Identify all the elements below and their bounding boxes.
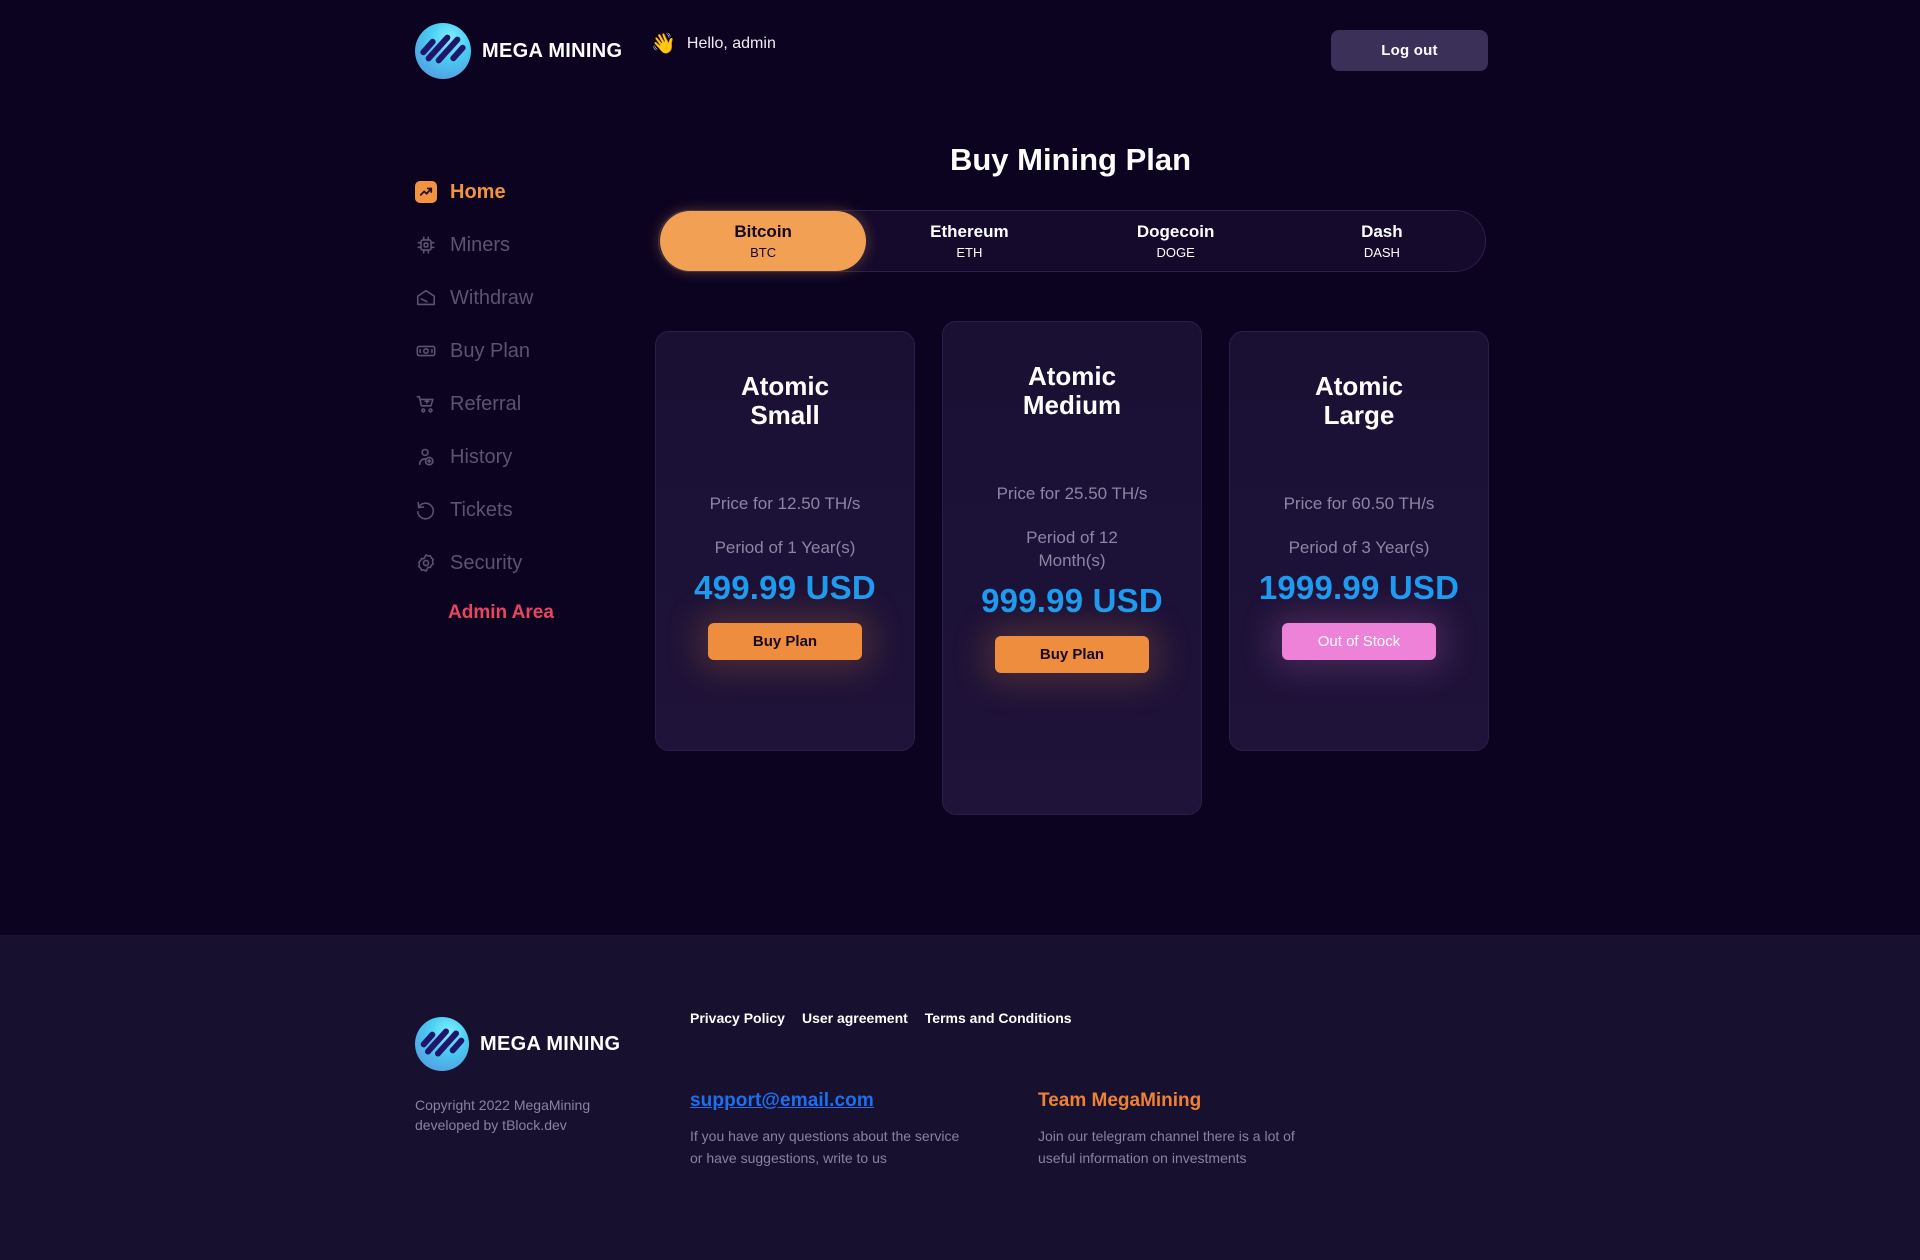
sidebar-item-label: Security [450, 551, 523, 574]
plan-price-line: Price for 25.50 TH/s [996, 483, 1148, 503]
out-of-stock-button[interactable]: Out of Stock [1282, 623, 1436, 661]
plan-card-atomic-small: Atomic Small Price for 12.50 TH/s Period… [655, 331, 915, 751]
team-title: Team MegaMining [1038, 1090, 1202, 1111]
tab-bitcoin[interactable]: Bitcoin BTC [660, 211, 867, 271]
rotate-back-icon [415, 499, 437, 521]
gear-icon [415, 552, 437, 574]
plan-card-list: Atomic Small Price for 12.50 TH/s Period… [655, 321, 1490, 815]
footer-brand-logo[interactable]: MEGA MINING [415, 1017, 620, 1071]
page-root: MEGA MINING 👋 Hello, admin Log out Buy M… [0, 0, 1920, 1260]
plan-name: Atomic Large [1314, 371, 1404, 431]
sidebar-item-history[interactable]: History [415, 443, 615, 471]
plan-price-line: Price for 12.50 TH/s [709, 493, 861, 513]
tab-symbol: DASH [1363, 245, 1400, 260]
tab-name: Bitcoin [734, 222, 792, 241]
plan-price: 499.99 USD [694, 568, 876, 606]
support-description: If you have any questions about the serv… [690, 1128, 960, 1166]
buy-plan-button[interactable]: Buy Plan [708, 623, 862, 661]
sidebar-item-tickets[interactable]: Tickets [415, 496, 615, 524]
cart-plus-icon [415, 393, 437, 415]
plan-card-atomic-medium: Atomic Medium Price for 25.50 TH/s Perio… [942, 321, 1202, 815]
sidebar-item-withdraw[interactable]: Withdraw [415, 284, 615, 312]
mega-mining-logo-icon [415, 1017, 469, 1071]
footer-link-privacy-policy[interactable]: Privacy Policy [690, 1010, 785, 1026]
plan-price: 1999.99 USD [1258, 568, 1460, 606]
plan-name: Atomic Medium [1022, 361, 1122, 421]
banknote-icon [415, 340, 437, 362]
footer-link-terms-and-conditions[interactable]: Terms and Conditions [925, 1010, 1072, 1026]
mega-mining-logo-icon [415, 23, 471, 79]
tab-dash[interactable]: Dash DASH [1279, 211, 1485, 271]
waving-hand-icon: 👋 [651, 33, 676, 55]
sidebar-item-label: Tickets [450, 498, 513, 521]
sidebar-item-miners[interactable]: Miners [415, 231, 615, 259]
user-greeting: 👋 Hello, admin [651, 34, 776, 54]
plan-price: 999.99 USD [981, 581, 1163, 619]
plan-period-line: Period of 1 Year(s) [714, 537, 856, 557]
tab-name: Dogecoin [1136, 222, 1215, 241]
app-header: MEGA MINING 👋 Hello, admin Log out [0, 0, 1920, 110]
buy-plan-button[interactable]: Buy Plan [995, 636, 1149, 674]
plan-period-line: Period of 12 [1026, 527, 1118, 547]
plan-meta: Price for 60.50 TH/s Period of 3 Year(s) [1284, 493, 1435, 560]
footer-link-user-agreement[interactable]: User agreement [802, 1010, 908, 1026]
tab-name: Ethereum [930, 222, 1009, 241]
sidebar-nav: Home Miners Withdraw Buy Plan Referral H… [415, 178, 615, 624]
sidebar-item-label: History [450, 445, 513, 468]
brand-logo[interactable]: MEGA MINING [415, 23, 622, 79]
sidebar-item-label: Home [450, 180, 506, 203]
plan-meta: Price for 12.50 TH/s Period of 1 Year(s) [710, 493, 861, 560]
user-add-icon [415, 446, 437, 468]
plan-period-line: Period of 3 Year(s) [1288, 537, 1430, 557]
tab-symbol: ETH [956, 245, 983, 260]
plan-meta: Price for 25.50 TH/s Period of 12 Month(… [997, 483, 1148, 573]
sidebar-item-label: Miners [450, 233, 511, 256]
app-footer: MEGA MINING Copyright 2022 MegaMining de… [0, 935, 1920, 1260]
sidebar-item-admin-area[interactable]: Admin Area [448, 602, 615, 624]
logout-button[interactable]: Log out [1331, 30, 1488, 71]
footer-link-list: Privacy Policy User agreement Terms and … [690, 1010, 1072, 1026]
sidebar-item-label: Referral [450, 392, 522, 415]
footer-copyright: Copyright 2022 MegaMining developed by t… [415, 1097, 591, 1134]
plan-period-line-2: Month(s) [1038, 550, 1106, 570]
trend-up-icon [415, 181, 437, 203]
sidebar-item-security[interactable]: Security [415, 549, 615, 577]
footer-support-column: support@email.com If you have any questi… [690, 1090, 960, 1170]
team-description: Join our telegram channel there is a lot… [1038, 1128, 1295, 1166]
sidebar-item-referral[interactable]: Referral [415, 390, 615, 418]
support-email-link[interactable]: support@email.com [690, 1090, 960, 1112]
tab-name: Dash [1361, 222, 1403, 241]
sidebar-item-home[interactable]: Home [415, 178, 615, 206]
tab-symbol: DOGE [1156, 245, 1195, 260]
cpu-chip-icon [415, 234, 437, 256]
footer-brand-name: MEGA MINING [480, 1032, 621, 1055]
sidebar-item-buy-plan[interactable]: Buy Plan [415, 337, 615, 365]
footer-team-column: Team MegaMining Join our telegram channe… [1038, 1090, 1308, 1170]
sidebar-item-label: Withdraw [450, 286, 534, 309]
page-title: Buy Mining Plan [658, 142, 1483, 178]
tab-ethereum[interactable]: Ethereum ETH [866, 211, 1072, 271]
page-title-text: Buy Mining Plan [949, 142, 1192, 177]
withdraw-envelope-icon [415, 287, 437, 309]
plan-price-line: Price for 60.50 TH/s [1283, 493, 1435, 513]
greeting-text: Hello, admin [686, 35, 776, 52]
coin-tab-bar: Bitcoin BTC Ethereum ETH Dogecoin DOGE D… [658, 210, 1486, 272]
plan-card-atomic-large: Atomic Large Price for 60.50 TH/s Period… [1229, 331, 1489, 751]
tab-dogecoin[interactable]: Dogecoin DOGE [1073, 211, 1279, 271]
brand-name: MEGA MINING [482, 39, 623, 62]
sidebar-item-label: Buy Plan [450, 339, 531, 362]
plan-name: Atomic Small [740, 371, 830, 431]
tab-symbol: BTC [750, 245, 777, 260]
